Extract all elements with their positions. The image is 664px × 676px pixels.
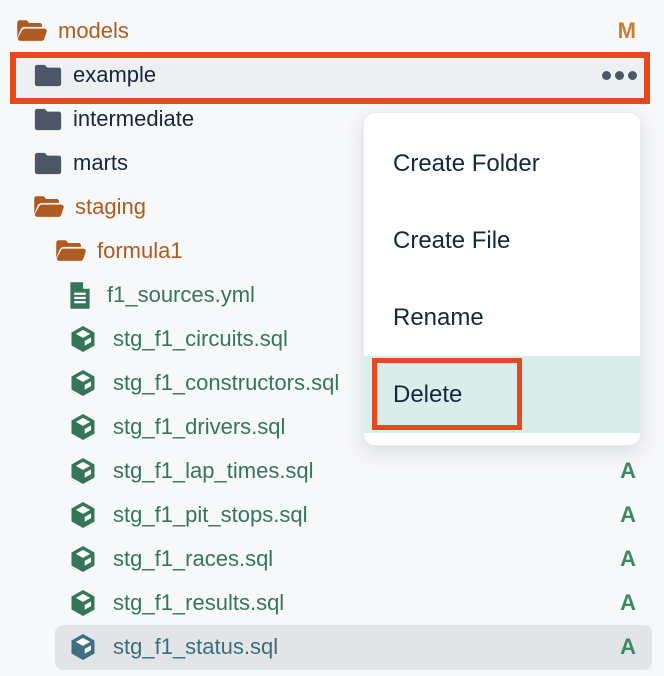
tree-item-label: stg_f1_drivers.sql bbox=[113, 414, 285, 440]
tree-item-label: stg_f1_status.sql bbox=[113, 634, 278, 660]
model-cube-icon bbox=[68, 368, 98, 398]
tree-item-label: stg_f1_pit_stops.sql bbox=[113, 502, 307, 528]
menu-item-create-file[interactable]: Create File bbox=[364, 202, 640, 279]
folder-open-icon bbox=[55, 238, 87, 264]
tree-item-label: formula1 bbox=[97, 238, 183, 264]
tree-row-stg-f1-races-sql[interactable]: stg_f1_races.sql A bbox=[0, 537, 664, 581]
status-badge: A bbox=[620, 502, 636, 528]
status-badge: A bbox=[620, 546, 636, 572]
tree-row-models[interactable]: models M bbox=[0, 9, 664, 53]
tree-row-example[interactable]: example bbox=[0, 53, 664, 97]
tree-item-label: stg_f1_constructors.sql bbox=[113, 370, 339, 396]
tree-item-label: example bbox=[73, 62, 156, 88]
tree-item-label: stg_f1_lap_times.sql bbox=[113, 458, 314, 484]
tree-item-label: stg_f1_circuits.sql bbox=[113, 326, 288, 352]
tree-row-stg-f1-lap-times-sql[interactable]: stg_f1_lap_times.sql A bbox=[0, 449, 664, 493]
status-badge: A bbox=[620, 458, 636, 484]
tree-item-label: f1_sources.yml bbox=[107, 282, 255, 308]
tree-item-label: stg_f1_races.sql bbox=[113, 546, 273, 572]
menu-item-delete[interactable]: Delete bbox=[364, 356, 640, 433]
file-explorer-panel: models Mexample intermediate marts staging fo… bbox=[0, 0, 664, 676]
tree-item-label: stg_f1_results.sql bbox=[113, 590, 284, 616]
tree-item-label: intermediate bbox=[73, 106, 194, 132]
status-badge: A bbox=[620, 590, 636, 616]
folder-open-icon bbox=[33, 194, 65, 220]
tree-row-stg-f1-results-sql[interactable]: stg_f1_results.sql A bbox=[0, 581, 664, 625]
model-cube-icon bbox=[68, 324, 98, 354]
status-badge: A bbox=[620, 634, 636, 660]
tree-row-stg-f1-pit-stops-sql[interactable]: stg_f1_pit_stops.sql A bbox=[0, 493, 664, 537]
status-badge: M bbox=[618, 18, 636, 44]
folder-icon bbox=[33, 151, 63, 176]
model-cube-icon bbox=[68, 500, 98, 530]
model-cube-icon bbox=[68, 588, 98, 618]
folder-open-icon bbox=[16, 18, 48, 44]
folder-icon bbox=[33, 63, 63, 88]
menu-item-rename[interactable]: Rename bbox=[364, 279, 640, 356]
model-cube-icon bbox=[68, 456, 98, 486]
folder-icon bbox=[33, 107, 63, 132]
tree-item-label: marts bbox=[73, 150, 128, 176]
row-actions-ellipsis-icon[interactable] bbox=[602, 71, 637, 80]
tree-row-stg-f1-status-sql[interactable]: stg_f1_status.sql A bbox=[0, 625, 664, 669]
yml-file-icon bbox=[68, 281, 92, 310]
tree-item-label: models bbox=[58, 18, 129, 44]
model-cube-icon bbox=[68, 412, 98, 442]
context-menu: Create FolderCreate FileRenameDelete bbox=[363, 112, 641, 446]
menu-item-create-folder[interactable]: Create Folder bbox=[364, 125, 640, 202]
model-cube-icon bbox=[68, 632, 98, 662]
tree-item-label: staging bbox=[75, 194, 146, 220]
model-cube-icon bbox=[68, 544, 98, 574]
